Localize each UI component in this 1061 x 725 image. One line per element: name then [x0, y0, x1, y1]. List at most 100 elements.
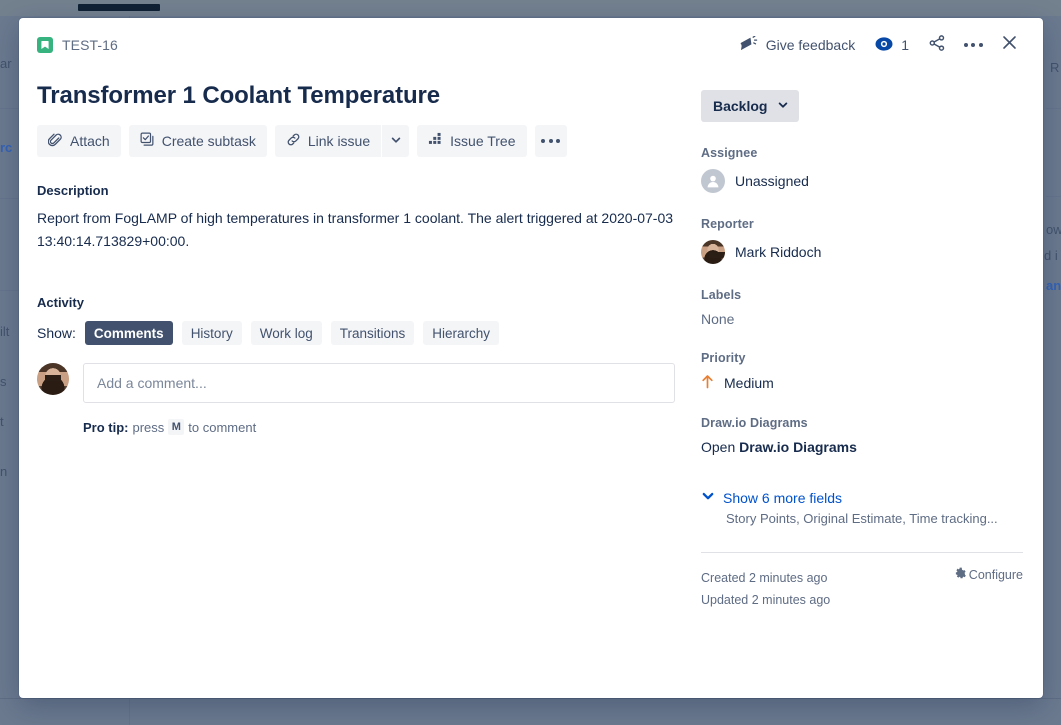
story-icon [37, 37, 53, 53]
status-label: Backlog [713, 98, 767, 114]
watch-button[interactable]: 1 [867, 29, 917, 61]
issue-tree-button[interactable]: Issue Tree [417, 125, 526, 157]
arrow-up-icon [701, 374, 714, 392]
background-text: R [1050, 60, 1059, 75]
link-issue-split-button: Link issue [275, 125, 409, 157]
tab-comments[interactable]: Comments [85, 321, 173, 345]
comment-column: Pro tip: press M to comment [83, 363, 681, 435]
eye-icon [875, 35, 893, 56]
chevron-down-icon [390, 134, 402, 149]
add-comment-row: Pro tip: press M to comment [37, 363, 681, 435]
link-issue-dropdown-button[interactable] [381, 125, 409, 157]
tab-history[interactable]: History [182, 321, 242, 345]
background-text: an [1046, 278, 1061, 293]
configure-button[interactable]: Configure [953, 567, 1023, 583]
drawio-open-row[interactable]: Open Draw.io Diagrams [701, 439, 1023, 455]
header-actions: Give feedback 1 [731, 29, 1025, 61]
show-more-fields-toggle[interactable]: Show 6 more fields [701, 489, 1023, 506]
activity-filter-row: Show: Comments History Work log Transiti… [37, 321, 681, 345]
sidebar-divider [701, 552, 1023, 553]
priority-value: Medium [724, 375, 774, 391]
background-text: ar [0, 56, 12, 71]
priority-label: Priority [701, 351, 1023, 365]
more-horizontal-icon [541, 139, 560, 143]
issue-actions-more-button[interactable] [535, 125, 567, 157]
show-more-fields-sub: Story Points, Original Estimate, Time tr… [726, 511, 1023, 526]
modal-body: Transformer 1 Coolant Temperature Attach [19, 72, 1043, 611]
background-tab-indicator [78, 4, 160, 11]
created-timestamp: Created 2 minutes ago [701, 567, 830, 589]
activity-heading: Activity [37, 295, 681, 310]
tab-transitions[interactable]: Transitions [331, 321, 415, 345]
reporter-label: Reporter [701, 217, 1023, 231]
status-dropdown[interactable]: Backlog [701, 90, 799, 122]
issue-actions-toolbar: Attach Create subtask [37, 125, 681, 157]
priority-value-row[interactable]: Medium [701, 374, 1023, 392]
assignee-value-row[interactable]: Unassigned [701, 169, 1023, 193]
issue-timestamps-row: Created 2 minutes ago Updated 2 minutes … [701, 567, 1023, 611]
issue-timestamps: Created 2 minutes ago Updated 2 minutes … [701, 567, 830, 611]
close-icon [1000, 33, 1019, 57]
issue-detail-modal: TEST-16 Give feedback [19, 18, 1043, 698]
field-assignee: Assignee Unassigned [701, 146, 1023, 193]
chevron-down-icon [701, 489, 715, 506]
pro-tip-key: M [168, 419, 184, 435]
issue-key[interactable]: TEST-16 [62, 37, 118, 53]
share-button[interactable] [921, 29, 953, 61]
drawio-link-text[interactable]: Draw.io Diagrams [739, 439, 857, 455]
watch-count: 1 [901, 37, 909, 53]
create-subtask-button[interactable]: Create subtask [129, 125, 267, 157]
attach-label: Attach [70, 133, 110, 149]
issue-main-column: Transformer 1 Coolant Temperature Attach [37, 72, 701, 611]
chevron-down-icon [777, 98, 789, 114]
add-comment-input[interactable] [83, 363, 675, 403]
labels-value[interactable]: None [701, 311, 1023, 327]
gear-icon [953, 567, 966, 583]
issue-details-sidebar: Backlog Assignee Unassigned [701, 72, 1023, 611]
show-more-fields-label: Show 6 more fields [723, 490, 842, 506]
avatar [37, 363, 69, 395]
issue-tree-label: Issue Tree [450, 133, 515, 149]
link-issue-button[interactable]: Link issue [275, 125, 381, 157]
assignee-value: Unassigned [735, 173, 809, 189]
background-rule [0, 108, 20, 109]
background-text: rc [0, 140, 12, 155]
background-text: ow [1046, 222, 1061, 237]
close-button[interactable] [993, 29, 1025, 61]
tab-work-log[interactable]: Work log [251, 321, 322, 345]
pro-tip-mid: press [133, 420, 165, 435]
field-drawio: Draw.io Diagrams Open Draw.io Diagrams [701, 416, 1023, 455]
background-bottom-seam [0, 698, 1061, 699]
link-icon [286, 132, 301, 150]
avatar [701, 240, 725, 264]
background-text: ilt [0, 324, 9, 339]
background-rule [1046, 108, 1061, 109]
drawio-open-prefix: Open [701, 439, 739, 455]
person-placeholder-icon [701, 169, 725, 193]
page-title[interactable]: Transformer 1 Coolant Temperature [37, 81, 681, 111]
paperclip-icon [48, 132, 63, 150]
give-feedback-label: Give feedback [766, 37, 856, 53]
labels-label: Labels [701, 288, 1023, 302]
background-rule [1046, 196, 1061, 197]
show-label: Show: [37, 325, 76, 341]
reporter-value-row[interactable]: Mark Riddoch [701, 240, 1023, 264]
description-body[interactable]: Report from FogLAMP of high temperatures… [37, 207, 681, 253]
breadcrumb[interactable]: TEST-16 [37, 37, 118, 53]
background-text: n [0, 464, 7, 479]
modal-header: TEST-16 Give feedback [19, 18, 1043, 72]
subtask-icon [140, 132, 155, 150]
attach-button[interactable]: Attach [37, 125, 121, 157]
background-text: d i [1044, 248, 1058, 263]
grid-bars-icon [428, 132, 443, 150]
more-actions-button[interactable] [957, 29, 989, 61]
background-text: t [0, 414, 4, 429]
tab-hierarchy[interactable]: Hierarchy [423, 321, 499, 345]
pro-tip-prefix: Pro tip: [83, 420, 129, 435]
assignee-label: Assignee [701, 146, 1023, 160]
pro-tip-suffix: to comment [188, 420, 256, 435]
updated-timestamp: Updated 2 minutes ago [701, 589, 830, 611]
give-feedback-button[interactable]: Give feedback [731, 29, 864, 61]
field-reporter: Reporter Mark Riddoch [701, 217, 1023, 264]
create-subtask-label: Create subtask [162, 133, 256, 149]
